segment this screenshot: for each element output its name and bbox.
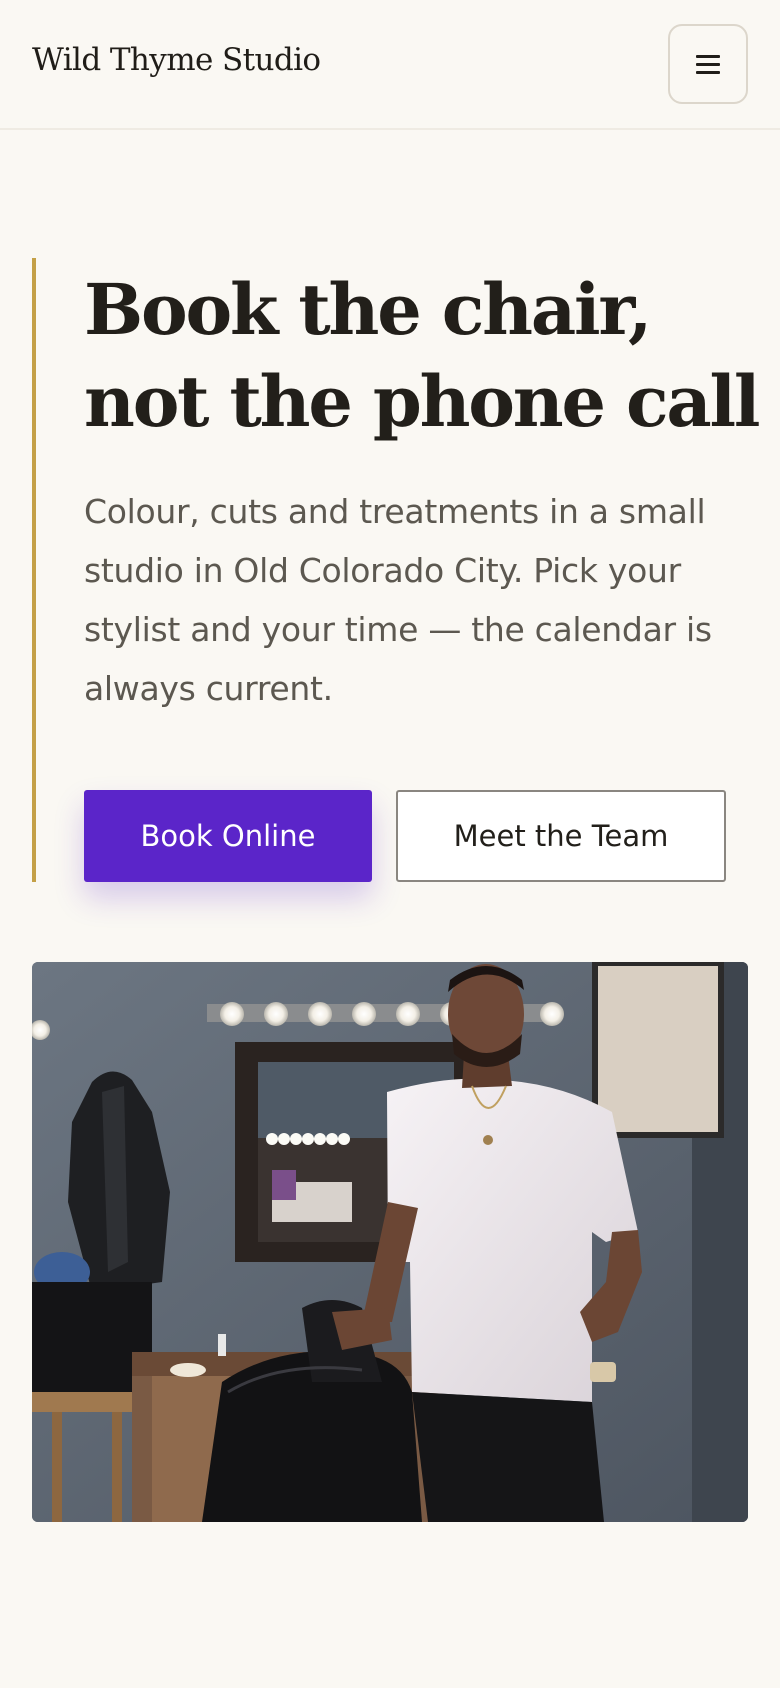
hero-subtitle: Colour, cuts and treatments in a small s… — [84, 492, 712, 708]
meet-the-team-button[interactable]: Meet the Team — [396, 790, 726, 882]
hero-photo — [32, 962, 748, 1522]
book-online-button[interactable]: Book Online — [84, 790, 372, 882]
hero-title-line-2: not the phone call — [84, 360, 761, 443]
hamburger-menu-icon — [696, 54, 720, 74]
site-header: Wild Thyme Studio — [0, 0, 780, 130]
menu-button[interactable] — [668, 24, 748, 104]
hero-section: Book the chair, not the phone call Colou… — [32, 258, 761, 882]
brand-logo-text[interactable]: Wild Thyme Studio — [32, 42, 321, 78]
hero-title: Book the chair, not the phone call — [84, 264, 761, 448]
hero-accent-bar — [32, 258, 36, 882]
hero-title-line-1: Book the chair, — [84, 268, 652, 351]
